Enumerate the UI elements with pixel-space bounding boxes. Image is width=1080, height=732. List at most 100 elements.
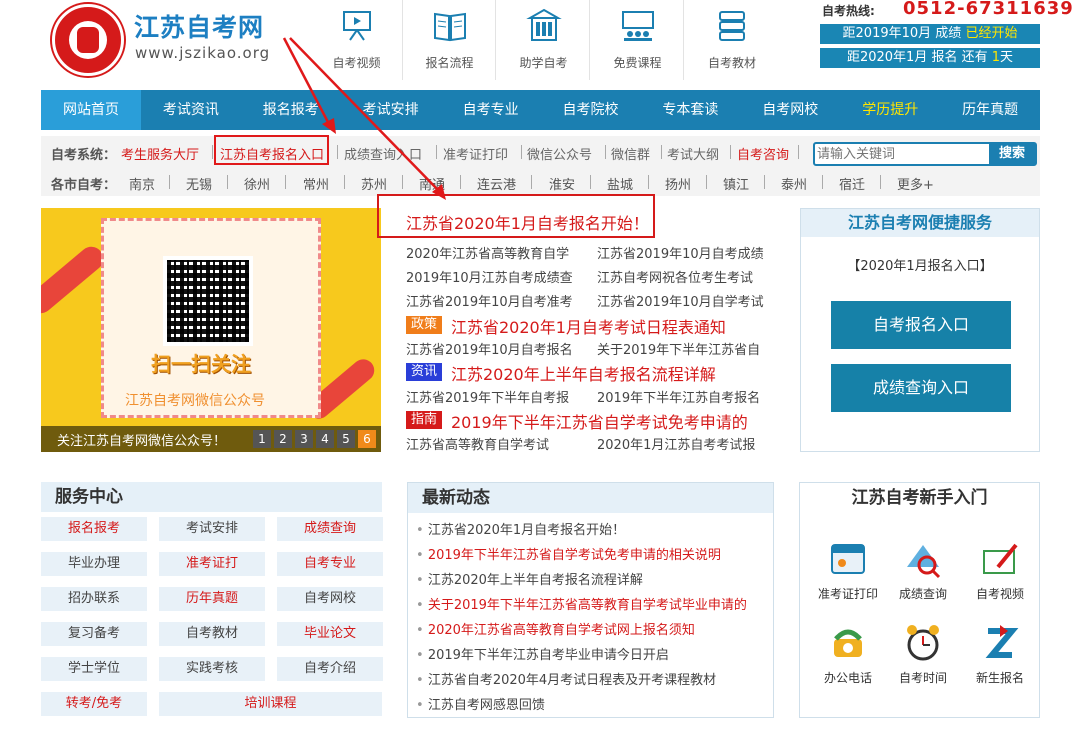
topnav-process[interactable]: 报名流程	[404, 0, 496, 80]
service-link-admission-print[interactable]: 准考证打	[159, 552, 265, 576]
newbie-registration[interactable]: 新生报名	[960, 621, 1040, 686]
system-link-score-query[interactable]: 成绩查询入口	[344, 144, 422, 163]
service-link-training-courses[interactable]: 培训课程	[159, 692, 382, 716]
city-link-yangzhou[interactable]: 扬州	[665, 174, 691, 193]
news-link[interactable]: 关于2019年下半年江苏省自	[597, 339, 775, 358]
system-link-wechat-group[interactable]: 微信群	[611, 144, 650, 163]
news-link[interactable]: 江苏省2019年10月自学考试	[597, 291, 775, 310]
news-link[interactable]: 2020年1月江苏自考考试报	[597, 434, 775, 453]
city-link-zhenjiang[interactable]: 镇江	[723, 174, 749, 193]
slide-page-1[interactable]: 1	[253, 430, 271, 448]
city-link-taizhou[interactable]: 泰州	[781, 174, 807, 193]
service-link-review[interactable]: 复习备考	[41, 622, 147, 646]
system-link-wechat-account[interactable]: 微信公众号	[527, 144, 592, 163]
system-link-registration[interactable]: 江苏自考报名入口	[220, 144, 324, 163]
nav-combined[interactable]: 专本套读	[640, 90, 740, 130]
service-link-past-papers[interactable]: 历年真题	[159, 587, 265, 611]
topnav-assist[interactable]: 助学自考	[498, 0, 590, 80]
slide-page-5[interactable]: 5	[337, 430, 355, 448]
latest-news-item[interactable]: • 关于2019年下半年江苏省高等教育自学考试毕业申请的	[416, 594, 747, 613]
nav-degree[interactable]: 学历提升	[840, 90, 940, 130]
news-link[interactable]: 2019年10月江苏自考成绩查	[406, 267, 590, 286]
service-link-registration[interactable]: 报名报考	[41, 517, 147, 541]
service-link-transfer-exemption[interactable]: 转考/免考	[41, 692, 147, 716]
headline-info[interactable]: 江苏2020年上半年自考报名流程详解	[451, 361, 716, 385]
nav-past-papers[interactable]: 历年真题	[940, 90, 1040, 130]
latest-news-item[interactable]: • 江苏2020年上半年自考报名流程详解	[416, 569, 643, 588]
news-link[interactable]: 2020年江苏省高等教育自学	[406, 243, 590, 262]
service-link-practice-assessment[interactable]: 实践考核	[159, 657, 265, 681]
city-link-xuzhou[interactable]: 徐州	[244, 174, 270, 193]
news-link[interactable]: 江苏省2019年10月自考成绩	[597, 243, 775, 262]
slide-page-6[interactable]: 6	[358, 430, 376, 448]
latest-news-item[interactable]: • 江苏省2020年1月自考报名开始！	[416, 519, 625, 538]
nav-home[interactable]: 网站首页	[41, 90, 141, 130]
search-button[interactable]: 搜索	[989, 144, 1035, 164]
service-link-thesis[interactable]: 毕业论文	[277, 622, 383, 646]
system-link-service-hall[interactable]: 考生服务大厅	[121, 144, 199, 163]
service-link-exam-schedule[interactable]: 考试安排	[159, 517, 265, 541]
city-link-nantong[interactable]: 南通	[419, 174, 445, 193]
city-link-yancheng[interactable]: 盐城	[607, 174, 633, 193]
topnav-video[interactable]: 自考视频	[311, 0, 403, 80]
nav-online-school[interactable]: 自考网校	[740, 90, 840, 130]
service-link-office-contact[interactable]: 招办联系	[41, 587, 147, 611]
service-link-textbooks[interactable]: 自考教材	[159, 622, 265, 646]
newbie-exam-time[interactable]: 自考时间	[883, 621, 963, 686]
quick-service-subtitle[interactable]: 【2020年1月报名入口】	[801, 255, 1039, 274]
nav-schedule[interactable]: 考试安排	[341, 90, 441, 130]
news-link[interactable]: 江苏省2019年10月自考准考	[406, 291, 590, 310]
news-link[interactable]: 江苏省2019年10月自考报名	[406, 339, 590, 358]
slide-page-3[interactable]: 3	[295, 430, 313, 448]
score-query-button[interactable]: 成绩查询入口	[831, 364, 1011, 412]
hotline-number[interactable]: 0512-67311639	[903, 0, 1074, 19]
headline-guide[interactable]: 2019年下半年江苏省自学考试免考申请的	[451, 409, 748, 433]
topnav-textbook[interactable]: 自考教材	[686, 0, 778, 80]
latest-news-item[interactable]: • 江苏省自考2020年4月考试日程表及开考课程教材	[416, 669, 716, 688]
service-link-majors[interactable]: 自考专业	[277, 552, 383, 576]
city-link-suqian[interactable]: 宿迁	[839, 174, 865, 193]
newbie-admission-print[interactable]: 准考证打印	[808, 537, 888, 602]
city-link-huaian[interactable]: 淮安	[549, 174, 575, 193]
service-link-score-query[interactable]: 成绩查询	[277, 517, 383, 541]
service-link-introduction[interactable]: 自考介绍	[277, 657, 383, 681]
news-link[interactable]: 2019年下半年江苏自考报名	[597, 387, 775, 406]
system-link-consult[interactable]: 自考咨询	[737, 144, 789, 163]
nav-register[interactable]: 报名报考	[241, 90, 341, 130]
latest-news-item[interactable]: • 2020年江苏省高等教育自学考试网上报名须知	[416, 619, 695, 638]
nav-schools[interactable]: 自考院校	[541, 90, 641, 130]
slide-page-2[interactable]: 2	[274, 430, 292, 448]
site-title[interactable]: 江苏自考网	[134, 8, 264, 44]
latest-news-panel: 最新动态 • 江苏省2020年1月自考报名开始！ • 2019年下半年江苏省自学考…	[407, 482, 774, 718]
system-link-admission-print[interactable]: 准考证打印	[443, 144, 508, 163]
latest-news-item[interactable]: • 江苏自考网感恩回馈	[416, 694, 545, 713]
system-link-syllabus[interactable]: 考试大纲	[667, 144, 719, 163]
city-link-lianyungang[interactable]: 连云港	[477, 174, 516, 193]
headline-policy[interactable]: 江苏省2020年1月自考考试日程表通知	[451, 314, 726, 338]
newbie-video[interactable]: 自考视频	[960, 537, 1040, 602]
slide-page-4[interactable]: 4	[316, 430, 334, 448]
city-link-suzhou[interactable]: 苏州	[361, 174, 387, 193]
nav-majors[interactable]: 自考专业	[441, 90, 541, 130]
topnav-free-course[interactable]: 免费课程	[592, 0, 684, 80]
newbie-phone[interactable]: 办公电话	[808, 621, 888, 686]
newbie-score-query[interactable]: 成绩查询	[883, 537, 963, 602]
service-link-bachelor-degree[interactable]: 学士学位	[41, 657, 147, 681]
city-link-more[interactable]: 更多+	[897, 174, 934, 193]
service-link-graduation[interactable]: 毕业办理	[41, 552, 147, 576]
news-link[interactable]: 江苏省2019年下半年自考报	[406, 387, 590, 406]
latest-news-item[interactable]: • 2019年下半年江苏自考毕业申请今日开启	[416, 644, 669, 663]
wechat-banner[interactable]: 扫一扫关注 江苏自考网微信公众号 关注江苏自考网微信公众号！ 1 2 3 4 5…	[41, 208, 381, 452]
site-logo[interactable]	[52, 4, 124, 76]
service-link-online-school[interactable]: 自考网校	[277, 587, 383, 611]
nav-news[interactable]: 考试资讯	[141, 90, 241, 130]
city-link-changzhou[interactable]: 常州	[303, 174, 329, 193]
search-input[interactable]	[817, 145, 989, 163]
headline-top[interactable]: 江苏省2020年1月自考报名开始！	[406, 210, 649, 234]
news-link[interactable]: 江苏省高等教育自学考试	[406, 434, 590, 453]
register-entry-button[interactable]: 自考报名入口	[831, 301, 1011, 349]
latest-news-item[interactable]: • 2019年下半年江苏省自学考试免考申请的相关说明	[416, 544, 721, 563]
city-link-nanjing[interactable]: 南京	[129, 174, 155, 193]
city-link-wuxi[interactable]: 无锡	[186, 174, 212, 193]
news-link[interactable]: 江苏自考网祝各位考生考试	[597, 267, 775, 286]
